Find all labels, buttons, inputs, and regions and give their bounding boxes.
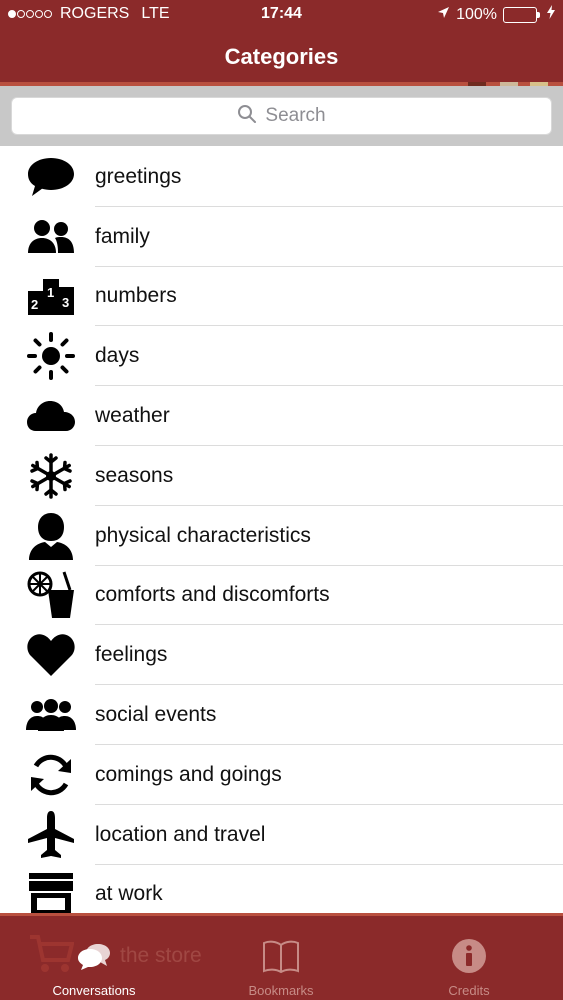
header: ROGERS LTE 17:44 100% Categories: [0, 0, 563, 86]
numbers-podium-icon: 2 1 3: [26, 271, 76, 321]
list-item-label: weather: [95, 404, 170, 428]
list-item[interactable]: family: [0, 207, 563, 267]
svg-text:2: 2: [31, 297, 38, 312]
list-item[interactable]: social events: [0, 685, 563, 745]
list-item-label: days: [95, 344, 140, 368]
cloud-icon: [26, 391, 76, 441]
list-item[interactable]: days: [0, 326, 563, 387]
list-item[interactable]: physical characteristics: [0, 506, 563, 566]
snowflake-icon: [26, 451, 76, 501]
person-silhouette-icon: [26, 511, 76, 561]
tab-bookmarks[interactable]: Bookmarks: [211, 936, 351, 1000]
tab-bar: the store Conversations Bookmarks Credit…: [0, 913, 563, 1000]
list-item[interactable]: comforts and discomforts: [0, 566, 563, 626]
charging-bolt-icon: [547, 5, 555, 24]
battery-icon: [503, 6, 540, 23]
info-icon: [451, 936, 487, 976]
tab-label: Conversations: [52, 983, 136, 998]
list-item[interactable]: comings and goings: [0, 745, 563, 805]
list-item-label: physical characteristics: [95, 523, 311, 547]
svg-text:1: 1: [47, 285, 54, 300]
list-item[interactable]: greetings: [0, 147, 563, 207]
list-item[interactable]: 2 1 3 numbers: [0, 267, 563, 327]
svg-text:3: 3: [62, 295, 69, 310]
search-icon: [237, 104, 257, 129]
list-item-label: numbers: [95, 284, 177, 308]
airplane-icon: [26, 810, 76, 860]
tab-label: Bookmarks: [248, 983, 314, 998]
sun-icon: [26, 331, 76, 381]
search-area: Search: [0, 86, 563, 146]
list-item[interactable]: seasons: [0, 446, 563, 506]
list-item-label: location and travel: [95, 822, 266, 846]
status-bar: ROGERS LTE 17:44 100%: [0, 0, 563, 30]
people-icon: [26, 212, 76, 262]
page-title: Categories: [224, 44, 339, 69]
list-item[interactable]: at work: [0, 865, 563, 913]
heart-icon: [26, 630, 76, 680]
list-item[interactable]: feelings: [0, 625, 563, 686]
list-item-label: comings and goings: [95, 762, 282, 786]
list-item-label: greetings: [95, 164, 182, 188]
drink-icon: [26, 570, 76, 620]
list-item-label: social events: [95, 703, 217, 727]
category-list: greetings family 2 1 3 numbers days weat…: [0, 147, 563, 913]
speech-bubble-icon: [26, 152, 76, 202]
list-item-label: at work: [95, 882, 163, 906]
search-input[interactable]: Search: [11, 97, 552, 135]
list-item-label: comforts and discomforts: [95, 583, 330, 607]
list-item[interactable]: location and travel: [0, 805, 563, 865]
refresh-arrows-icon: [26, 750, 76, 800]
list-item-label: feelings: [95, 643, 168, 667]
search-placeholder: Search: [265, 105, 326, 126]
book-icon: [262, 936, 300, 976]
battery-percent: 100%: [456, 5, 497, 23]
tab-credits[interactable]: Credits: [399, 936, 539, 1000]
status-right: 100%: [437, 5, 555, 24]
location-arrow-icon: [437, 6, 450, 24]
list-item-label: family: [95, 224, 150, 248]
list-item[interactable]: weather: [0, 386, 563, 446]
tab-conversations[interactable]: Conversations: [24, 936, 164, 1000]
storefront-icon: [26, 869, 76, 913]
chat-bubbles-icon: [76, 936, 112, 976]
group-icon: [26, 690, 76, 740]
tab-label: Credits: [448, 983, 490, 998]
list-item-label: seasons: [95, 463, 174, 487]
